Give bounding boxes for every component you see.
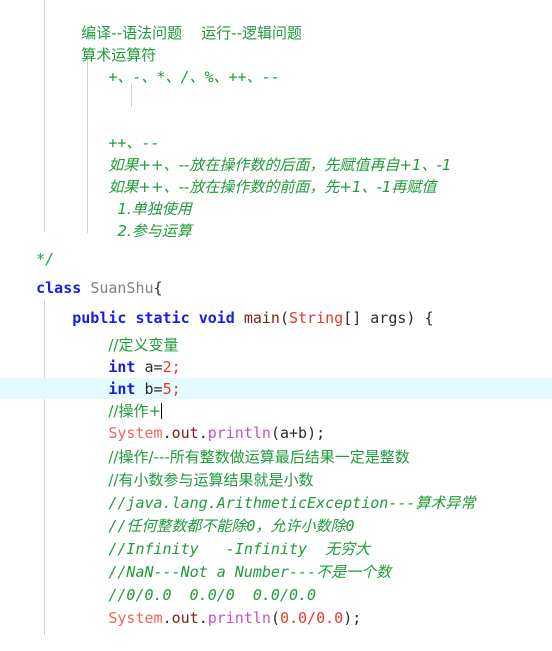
code-line[interactable]: 如果++、--放在操作数的前面，先+1、-1再赋值 xyxy=(0,154,552,196)
code-line-active[interactable]: //操作+ xyxy=(0,378,552,420)
dot-token: . xyxy=(198,609,208,627)
code-line[interactable]: //操作/---所有整数做运算最后结果一定是整数 xyxy=(0,424,552,466)
code-line[interactable]: 编译--语法问题 运行--逻辑问题 xyxy=(0,0,552,42)
code-line[interactable]: //NaN---Not a Number---不是一个数 xyxy=(0,539,552,581)
dot-token: . xyxy=(162,609,172,627)
code-line[interactable]: int b=5; xyxy=(0,356,552,398)
code-line[interactable]: class SuanShu{ xyxy=(0,255,552,297)
code-line[interactable]: //Infinity -Infinity 无穷大 xyxy=(0,516,552,558)
code-line[interactable]: System.out.println(a+b); xyxy=(0,400,552,442)
code-line[interactable]: //任何整数都不能除0，允许小数除0 xyxy=(0,493,552,535)
expression-zero-division: 0.0/0.0 xyxy=(279,609,344,627)
code-line[interactable]: int a=2; xyxy=(0,334,552,376)
paren-open-token: ( xyxy=(270,609,280,627)
code-line-blank[interactable] xyxy=(0,88,552,110)
code-line[interactable]: //有小数参与运算结果就是小数 xyxy=(0,447,552,489)
code-line[interactable]: //定义变量 xyxy=(0,312,552,354)
code-line[interactable]: //0/0.0 0.0/0 0.0/0.0 xyxy=(0,562,552,604)
code-line[interactable]: 1.单独使用 xyxy=(0,176,552,218)
code-line[interactable]: public static void main(String[] args) { xyxy=(0,285,552,327)
code-line[interactable]: //java.lang.ArithmeticException---算术异常 xyxy=(0,470,552,512)
code-line-blank[interactable] xyxy=(0,66,552,88)
code-line[interactable]: ++、-- xyxy=(0,110,552,152)
identifier-out: out xyxy=(171,609,199,627)
identifier-println: println xyxy=(207,609,271,627)
semicolon-token: ; xyxy=(352,609,362,627)
code-line[interactable]: */ xyxy=(0,226,552,268)
code-line[interactable]: 2.参与运算 xyxy=(0,198,552,240)
code-line[interactable]: 如果++、--放在操作数的后面，先赋值再自+1、-1 xyxy=(0,132,552,174)
code-line[interactable]: +、-、*、/、%、++、-- xyxy=(0,44,552,86)
code-line[interactable]: System.out.println(0.0/0.0); xyxy=(0,585,552,627)
identifier-system: System xyxy=(108,609,163,627)
paren-close-token: ) xyxy=(343,609,353,627)
code-editor-surface[interactable]: 编译--语法问题 运行--逻辑问题 算术运算符 +、-、*、/、%、++、-- … xyxy=(0,0,552,635)
code-line[interactable]: 算术运算符 xyxy=(0,22,552,64)
